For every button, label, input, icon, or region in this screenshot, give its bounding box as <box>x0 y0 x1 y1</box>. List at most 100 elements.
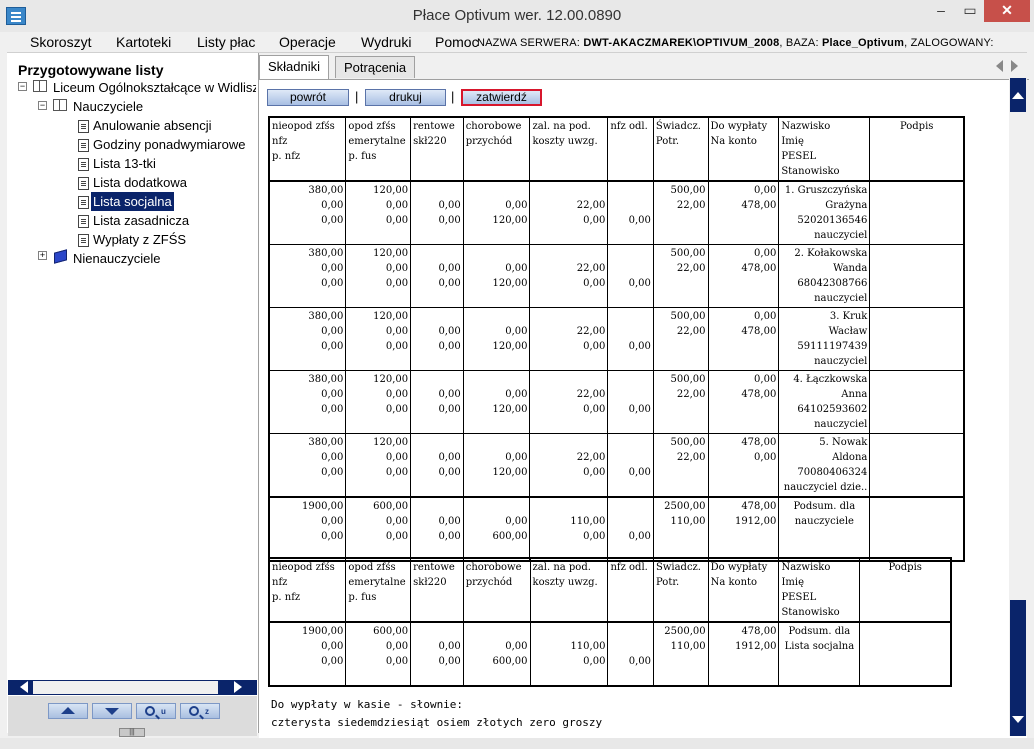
cell-value: 2. Kołakowska <box>794 248 868 259</box>
close-button[interactable]: ✕ <box>984 0 1030 22</box>
table-cell: 500,00 22,00 <box>652 433 709 498</box>
column-header: Podpis <box>869 116 965 182</box>
scroll-track[interactable] <box>1010 600 1026 736</box>
menu-kartoteki[interactable]: Kartoteki <box>116 34 171 50</box>
document-icon <box>78 120 89 133</box>
collapse-expander[interactable]: − <box>38 101 47 110</box>
cell-value <box>466 246 528 261</box>
document-icon <box>78 234 89 247</box>
cell-value: Imię <box>781 136 804 147</box>
tree-item[interactable]: Godziny ponadwymiarowe <box>93 135 245 154</box>
table-cell: 0,00 0,00 <box>410 307 464 371</box>
cell-value: 22,00 <box>676 452 706 463</box>
server-name: DWT-AKACZMAREK\OPTIVUM_2008 <box>583 37 780 49</box>
table-cell: 0,00 0,00 <box>410 180 464 245</box>
cell-value: 0,00 <box>321 278 344 289</box>
cell-value: 0,00 <box>385 326 409 337</box>
column-header: zal. na pod. koszty uwzg. <box>529 116 609 182</box>
cell-value: skł220 <box>413 577 447 588</box>
search-up-button[interactable]: u <box>136 703 176 719</box>
tab-scroll-right-icon[interactable] <box>1011 60 1018 72</box>
scroll-left-icon[interactable] <box>20 681 28 693</box>
header-row: nieopod zfśs nfz p. nfz opod zfśs emerytalne… <box>268 116 965 182</box>
cell-value: 0,00 <box>438 531 461 542</box>
tree-item[interactable]: Anulowanie absencji <box>93 116 212 135</box>
back-button[interactable]: powrót <box>267 89 349 106</box>
tree-root[interactable]: Liceum Ogólnokształcące w Widliszkach <box>53 78 256 97</box>
tree-group-nauczyciele[interactable]: Nauczyciele <box>73 97 143 116</box>
cell-value: 380,00 <box>308 311 344 322</box>
print-button[interactable]: drukuj <box>365 89 446 106</box>
search-down-button[interactable]: z <box>180 703 220 719</box>
document-icon <box>78 196 89 209</box>
cell-value: 22,00 <box>676 263 706 274</box>
collapse-expander[interactable]: − <box>18 82 27 91</box>
menu-listy-plac[interactable]: Listy płac <box>197 34 255 50</box>
minimize-button[interactable]: ‒ <box>926 0 956 22</box>
table-row: 380,00 0,00 0,00 120,00 0,00 0,00 0,00 0,00 0,… <box>268 244 965 308</box>
cell-value: 0,00 <box>505 263 528 274</box>
confirm-button[interactable]: zatwierdź <box>461 89 542 106</box>
cell-value: 120,00 <box>492 341 528 352</box>
table-cell: 600,00 0,00 0,00 <box>345 621 412 687</box>
column-header: zal. na pod. koszty uwzg. <box>529 557 609 623</box>
cell-value: Imię <box>781 577 804 588</box>
cell-value: Wacław <box>828 326 868 337</box>
cell-value: 120,00 <box>492 404 528 415</box>
cell-value: 0,00 <box>385 278 409 289</box>
scroll-up-button[interactable] <box>1010 78 1026 112</box>
cell-value: 0,00 <box>505 452 528 463</box>
table-cell: 0,00 478,00 <box>707 244 780 308</box>
menu-pomoc[interactable]: Pomoc <box>435 34 479 50</box>
server-label: NAZWA SERWERA: <box>477 37 581 49</box>
tree-item[interactable]: Lista dodatkowa <box>93 173 187 192</box>
table-cell: 380,00 0,00 0,00 <box>268 370 347 434</box>
move-up-button[interactable] <box>48 703 88 719</box>
menu-operacje[interactable]: Operacje <box>279 34 336 50</box>
table-cell: 0,00 0,00 <box>410 496 464 562</box>
tree-item[interactable]: Lista 13-tki <box>93 154 156 173</box>
cell-value <box>610 309 651 324</box>
column-header: Nazwisko Imię PESEL Stanowisko <box>778 557 861 623</box>
cell-value: 0,00 <box>321 389 344 400</box>
cell-value: 0,00 <box>438 467 461 478</box>
maximize-button[interactable]: ▭ <box>956 0 984 22</box>
cell-value: nieopod zfśs <box>272 121 335 132</box>
table-cell: 1900,00 0,00 0,00 <box>268 496 347 562</box>
cell-value: 0,00 <box>438 656 461 667</box>
cell-value: chorobowe <box>465 121 522 132</box>
cell-value: p. nfz <box>272 151 301 162</box>
splitter-grip[interactable]: ||| <box>119 728 145 737</box>
cell-value: 0,00 <box>385 341 409 352</box>
cell-value: 0,00 <box>321 200 344 211</box>
search-up-letter: u <box>161 707 166 716</box>
tab-skladniki[interactable]: Składniki <box>259 55 330 79</box>
table-cell: 380,00 0,00 0,00 <box>268 244 347 308</box>
cell-value: 22,00 <box>576 389 606 400</box>
scroll-right-icon[interactable] <box>234 681 242 693</box>
tree-item[interactable]: Wypłaty z ZFŚS <box>93 230 186 249</box>
menu-skoroszyt[interactable]: Skoroszyt <box>30 34 91 50</box>
tab-potracenia[interactable]: Potrącenia <box>335 56 416 78</box>
move-down-button[interactable] <box>92 703 132 719</box>
table-cell: 0,00 478,00 <box>707 370 780 434</box>
table-cell: 0,00 600,00 <box>462 496 531 562</box>
cell-value: Potr. <box>655 577 680 588</box>
cell-value: 500,00 <box>670 311 706 322</box>
document-icon <box>78 177 89 190</box>
cell-value: p. fus <box>348 592 377 603</box>
cell-value: 0,00 <box>438 326 461 337</box>
menu-wydruki[interactable]: Wydruki <box>361 34 411 50</box>
cell-value: 120,00 <box>492 215 528 226</box>
cell-value: Stanowisko <box>781 607 840 618</box>
person-cell: 3. Kruk Wacław 59111197439 nauczyciel <box>778 307 871 371</box>
cell-value: 600,00 <box>373 626 409 637</box>
tree-item[interactable]: Lista zasadnicza <box>93 211 189 230</box>
tree-group-nienauczyciele[interactable]: Nienauczyciele <box>73 249 160 268</box>
tree-item-selected[interactable]: Lista socjalna <box>91 192 174 211</box>
expand-expander[interactable]: + <box>38 251 47 260</box>
cell-value: Podpis <box>888 562 922 573</box>
scroll-thumb[interactable] <box>33 681 218 694</box>
cell-value: 0,00 <box>385 215 409 226</box>
tab-scroll-left-icon[interactable] <box>996 60 1003 72</box>
